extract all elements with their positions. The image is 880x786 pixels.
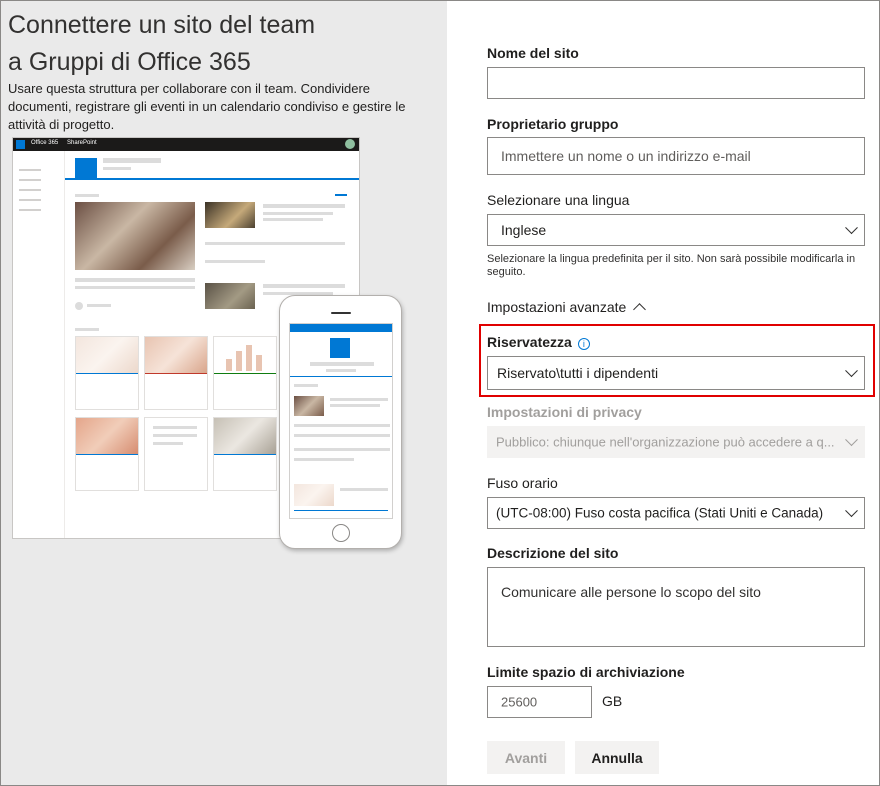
language-dropdown[interactable]: Inglese: [487, 214, 865, 246]
title-line-1: Connettere un sito del team: [8, 11, 316, 39]
language-label: Selezionare una lingua: [487, 192, 630, 208]
site-name-input[interactable]: [487, 67, 865, 99]
phone-screen: [289, 323, 393, 519]
phone-home-button: [332, 524, 350, 542]
confidentiality-value: Riservato\tutti i dipendenti: [497, 365, 659, 381]
site-name-label: Nome del sito: [487, 45, 579, 61]
site-settings-form: Nome del sito Proprietario gruppo Immett…: [447, 1, 879, 785]
preview-left-nav: [13, 151, 65, 538]
timezone-label: Fuso orario: [487, 475, 558, 491]
template-description: Usare questa struttura per collaborare c…: [8, 81, 406, 132]
group-owner-label: Proprietario gruppo: [487, 116, 619, 132]
preview-hero-photo: [75, 202, 195, 270]
site-description-textarea[interactable]: Comunicare alle persone lo scopo del sit…: [487, 567, 865, 647]
chevron-down-icon: [845, 504, 858, 518]
group-owner-input[interactable]: Immettere un nome o un indirizzo e-mail: [487, 137, 865, 175]
preview-card-chart: [213, 336, 277, 410]
preview-card: [144, 417, 208, 491]
mobile-preview-image: [279, 295, 402, 549]
confidentiality-label: Riservatezza i: [487, 334, 590, 350]
timezone-value: (UTC-08:00) Fuso costa pacifica (Stati U…: [496, 505, 824, 521]
storage-limit-input[interactable]: 25600: [487, 686, 592, 718]
language-help-text: Selezionare la lingua predefinita per il…: [487, 253, 856, 278]
privacy-value: Pubblico: chiunque nell'organizzazione p…: [496, 434, 835, 450]
next-button[interactable]: Avanti: [487, 741, 565, 774]
preview-card: [75, 417, 139, 491]
preview-card: [213, 417, 277, 491]
preview-site-logo: [75, 158, 97, 180]
title-line-2: a Gruppi di Office 365: [8, 48, 251, 76]
preview-card: [144, 336, 208, 410]
group-owner-placeholder: Immettere un nome o un indirizzo e-mail: [501, 148, 751, 164]
cancel-button[interactable]: Annulla: [575, 741, 659, 774]
timezone-dropdown[interactable]: (UTC-08:00) Fuso costa pacifica (Stati U…: [487, 497, 865, 529]
template-info-panel: Connettere un sito del team a Gruppi di …: [1, 1, 447, 785]
chevron-up-icon: [633, 303, 647, 316]
chevron-down-icon: [845, 221, 858, 235]
preview-product-label: SharePoint: [67, 140, 97, 146]
preview-header-line: [65, 178, 359, 180]
preview-suite-bar: Office 365 SharePoint: [13, 138, 359, 151]
preview-card: [75, 336, 139, 410]
preview-news-photo-1: [205, 202, 255, 228]
storage-limit-value: 25600: [501, 694, 538, 710]
advanced-settings-label: Impostazioni avanzate: [487, 299, 627, 315]
preview-avatar-icon: [345, 139, 355, 149]
waffle-icon: [16, 140, 25, 149]
preview-news-photo-2: [205, 283, 255, 309]
page-title: Connettere un sito del team a Gruppi di …: [8, 7, 428, 81]
storage-limit-label: Limite spazio di archiviazione: [487, 664, 685, 680]
language-value: Inglese: [501, 222, 547, 238]
site-description-label: Descrizione del sito: [487, 545, 619, 561]
info-icon[interactable]: i: [577, 338, 590, 350]
storage-unit: GB: [602, 693, 623, 709]
confidentiality-dropdown[interactable]: Riservato\tutti i dipendenti: [487, 356, 865, 390]
privacy-label: Impostazioni di privacy: [487, 404, 642, 420]
site-description-placeholder: Comunicare alle persone lo scopo del sit…: [501, 584, 761, 600]
advanced-settings-toggle[interactable]: Impostazioni avanzate: [487, 299, 647, 316]
preview-app-label: Office 365: [31, 140, 59, 146]
confidentiality-label-text: Riservatezza: [487, 334, 572, 350]
chevron-down-icon: [845, 364, 858, 378]
phone-speaker: [331, 312, 351, 314]
chevron-down-icon: [845, 433, 858, 447]
privacy-dropdown: Pubblico: chiunque nell'organizzazione p…: [487, 426, 865, 458]
